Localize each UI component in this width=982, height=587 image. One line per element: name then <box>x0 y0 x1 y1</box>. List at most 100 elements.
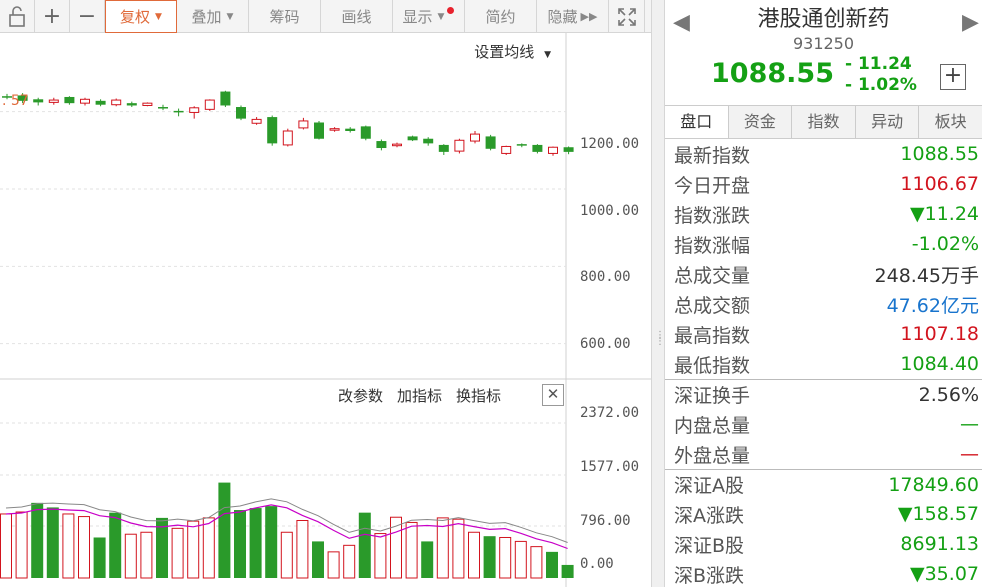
panel-splitter[interactable]: ⋮ ⋮ <box>651 0 665 587</box>
zoom-out-icon[interactable]: − <box>70 0 105 33</box>
edit-params-button[interactable]: 改参数 <box>338 385 383 406</box>
indicator-toolbar: 改参数 加指标 换指标 <box>338 385 501 406</box>
volume-bar <box>31 502 44 578</box>
quote-row-label: 指数涨幅 <box>674 234 751 257</box>
candle-body <box>376 141 387 149</box>
candle-body <box>532 144 543 152</box>
quote-row-label: 深A涨跌 <box>674 504 744 527</box>
quote-row: 深证换手 2.56% <box>665 379 982 409</box>
huaxian-button[interactable]: 画线 <box>321 0 393 33</box>
quote-row-value: 8691.13 <box>900 533 979 555</box>
volume-bar <box>499 536 512 579</box>
quote-row-label: 最高指数 <box>674 324 751 347</box>
close-icon[interactable]: ✕ <box>542 384 564 406</box>
diejia-label: 叠加 <box>191 8 222 26</box>
quote-row-value: — <box>960 413 979 435</box>
tab-zijin[interactable]: 资金 <box>729 106 793 138</box>
double-chevron-right-icon: ▶▶ <box>580 10 598 23</box>
zoom-in-icon[interactable]: + <box>35 0 70 33</box>
volume-bar <box>187 520 200 579</box>
volume-bar <box>93 537 106 578</box>
chart-toolbar: + − 复权 ▼ 叠加 ▼ 筹码 画线 显示 ▼ 简约 隐藏 ▶▶ <box>0 0 651 33</box>
volume-bar <box>78 516 90 579</box>
candle-body <box>438 144 449 152</box>
volume-bar <box>46 507 59 578</box>
quote-row-label: 指数涨跌 <box>674 204 751 227</box>
volume-bar <box>249 508 262 578</box>
yincang-label: 隐藏 <box>547 8 578 26</box>
volume-bar <box>483 536 496 578</box>
volume-bar <box>374 533 387 579</box>
volume-bar <box>62 513 75 579</box>
quote-row-label: 今日开盘 <box>674 174 751 197</box>
candle-body <box>470 133 480 142</box>
quote-row: 最低指数 1084.40 <box>665 349 982 379</box>
xianshi-button[interactable]: 显示 ▼ <box>393 0 465 33</box>
volume-bar <box>405 521 418 579</box>
quote-row-label: 深证A股 <box>674 475 744 497</box>
index-price: 1088.55 <box>711 58 834 89</box>
quote-row: 今日开盘 1106.67 <box>665 169 982 199</box>
volume-axis-label: 1577.00 <box>580 459 640 475</box>
jianyue-label: 简约 <box>485 8 516 26</box>
last-price-label: . 57 <box>2 93 29 109</box>
quote-row-value: ▼11.24 <box>909 203 979 225</box>
candle-body <box>345 128 356 131</box>
quote-row-label: 总成交额 <box>674 294 751 317</box>
quote-row-value: 248.45万手 <box>874 264 979 287</box>
price-axis-label: 800.00 <box>580 269 631 285</box>
candle-body <box>236 107 246 119</box>
candle-body <box>204 99 215 110</box>
caret-down-icon: ▼ <box>226 11 234 22</box>
candle-body <box>189 107 200 113</box>
volume-bar <box>109 512 122 578</box>
quote-row-value: 1107.18 <box>900 323 979 345</box>
quote-row-value: — <box>960 443 979 465</box>
chouma-button[interactable]: 筹码 <box>249 0 321 33</box>
ma-setting-button[interactable]: 设置均线 ▼ <box>474 41 551 62</box>
panel-tabs: 盘口 资金 指数 异动 板块 <box>665 105 982 139</box>
jianyue-button[interactable]: 简约 <box>465 0 537 33</box>
chouma-label: 筹码 <box>269 8 300 26</box>
unlock-icon[interactable] <box>0 0 35 33</box>
tab-pankou[interactable]: 盘口 <box>665 106 729 138</box>
tab-bankuai[interactable]: 板块 <box>919 106 982 138</box>
yincang-button[interactable]: 隐藏 ▶▶ <box>537 0 609 33</box>
volume-axis-label: 796.00 <box>580 513 631 529</box>
candle-body <box>298 120 309 129</box>
tab-yidong[interactable]: 异动 <box>856 106 920 138</box>
candle-body <box>329 128 340 131</box>
quote-row-label: 外盘总量 <box>674 444 751 467</box>
candle-body <box>158 107 168 109</box>
volume-bar <box>327 551 340 579</box>
quote-row: 深证B股 8691.13 <box>665 529 982 559</box>
fullscreen-icon[interactable] <box>609 0 645 33</box>
volume-bar <box>312 541 324 578</box>
candle-body <box>548 146 558 154</box>
volume-bar <box>15 511 28 579</box>
tab-zhishu[interactable]: 指数 <box>792 106 856 138</box>
candle-body <box>111 99 122 106</box>
fuquan-button[interactable]: 复权 ▼ <box>105 0 177 33</box>
quote-row: 内盘总量 — <box>665 409 982 439</box>
add-watchlist-button[interactable]: + <box>940 64 966 90</box>
candle-body <box>220 91 231 106</box>
switch-indicator-button[interactable]: 换指标 <box>456 385 501 406</box>
index-title: 港股通创新药 <box>757 7 890 32</box>
quote-row-label: 最低指数 <box>674 354 751 377</box>
volume-bar <box>124 533 137 579</box>
diejia-button[interactable]: 叠加 ▼ <box>177 0 249 33</box>
quote-row: 最高指数 1107.18 <box>665 319 982 349</box>
kline-chart[interactable]: 设置均线 ▼ . 57 1200.00 1000.00 800.00 600.0… <box>0 33 651 587</box>
quote-row: 深B涨跌 ▼35.07 <box>665 559 982 587</box>
candle-body <box>64 96 75 104</box>
add-indicator-button[interactable]: 加指标 <box>397 385 442 406</box>
index-change: - 11.24 <box>845 54 912 74</box>
xianshi-label: 显示 <box>402 8 433 26</box>
caret-down-icon: ▼ <box>155 11 162 22</box>
candle-body <box>392 143 402 147</box>
candle-body <box>142 102 153 106</box>
notification-dot <box>447 7 455 14</box>
quote-row-value: ▼35.07 <box>909 563 979 585</box>
volume-bar <box>280 531 293 579</box>
